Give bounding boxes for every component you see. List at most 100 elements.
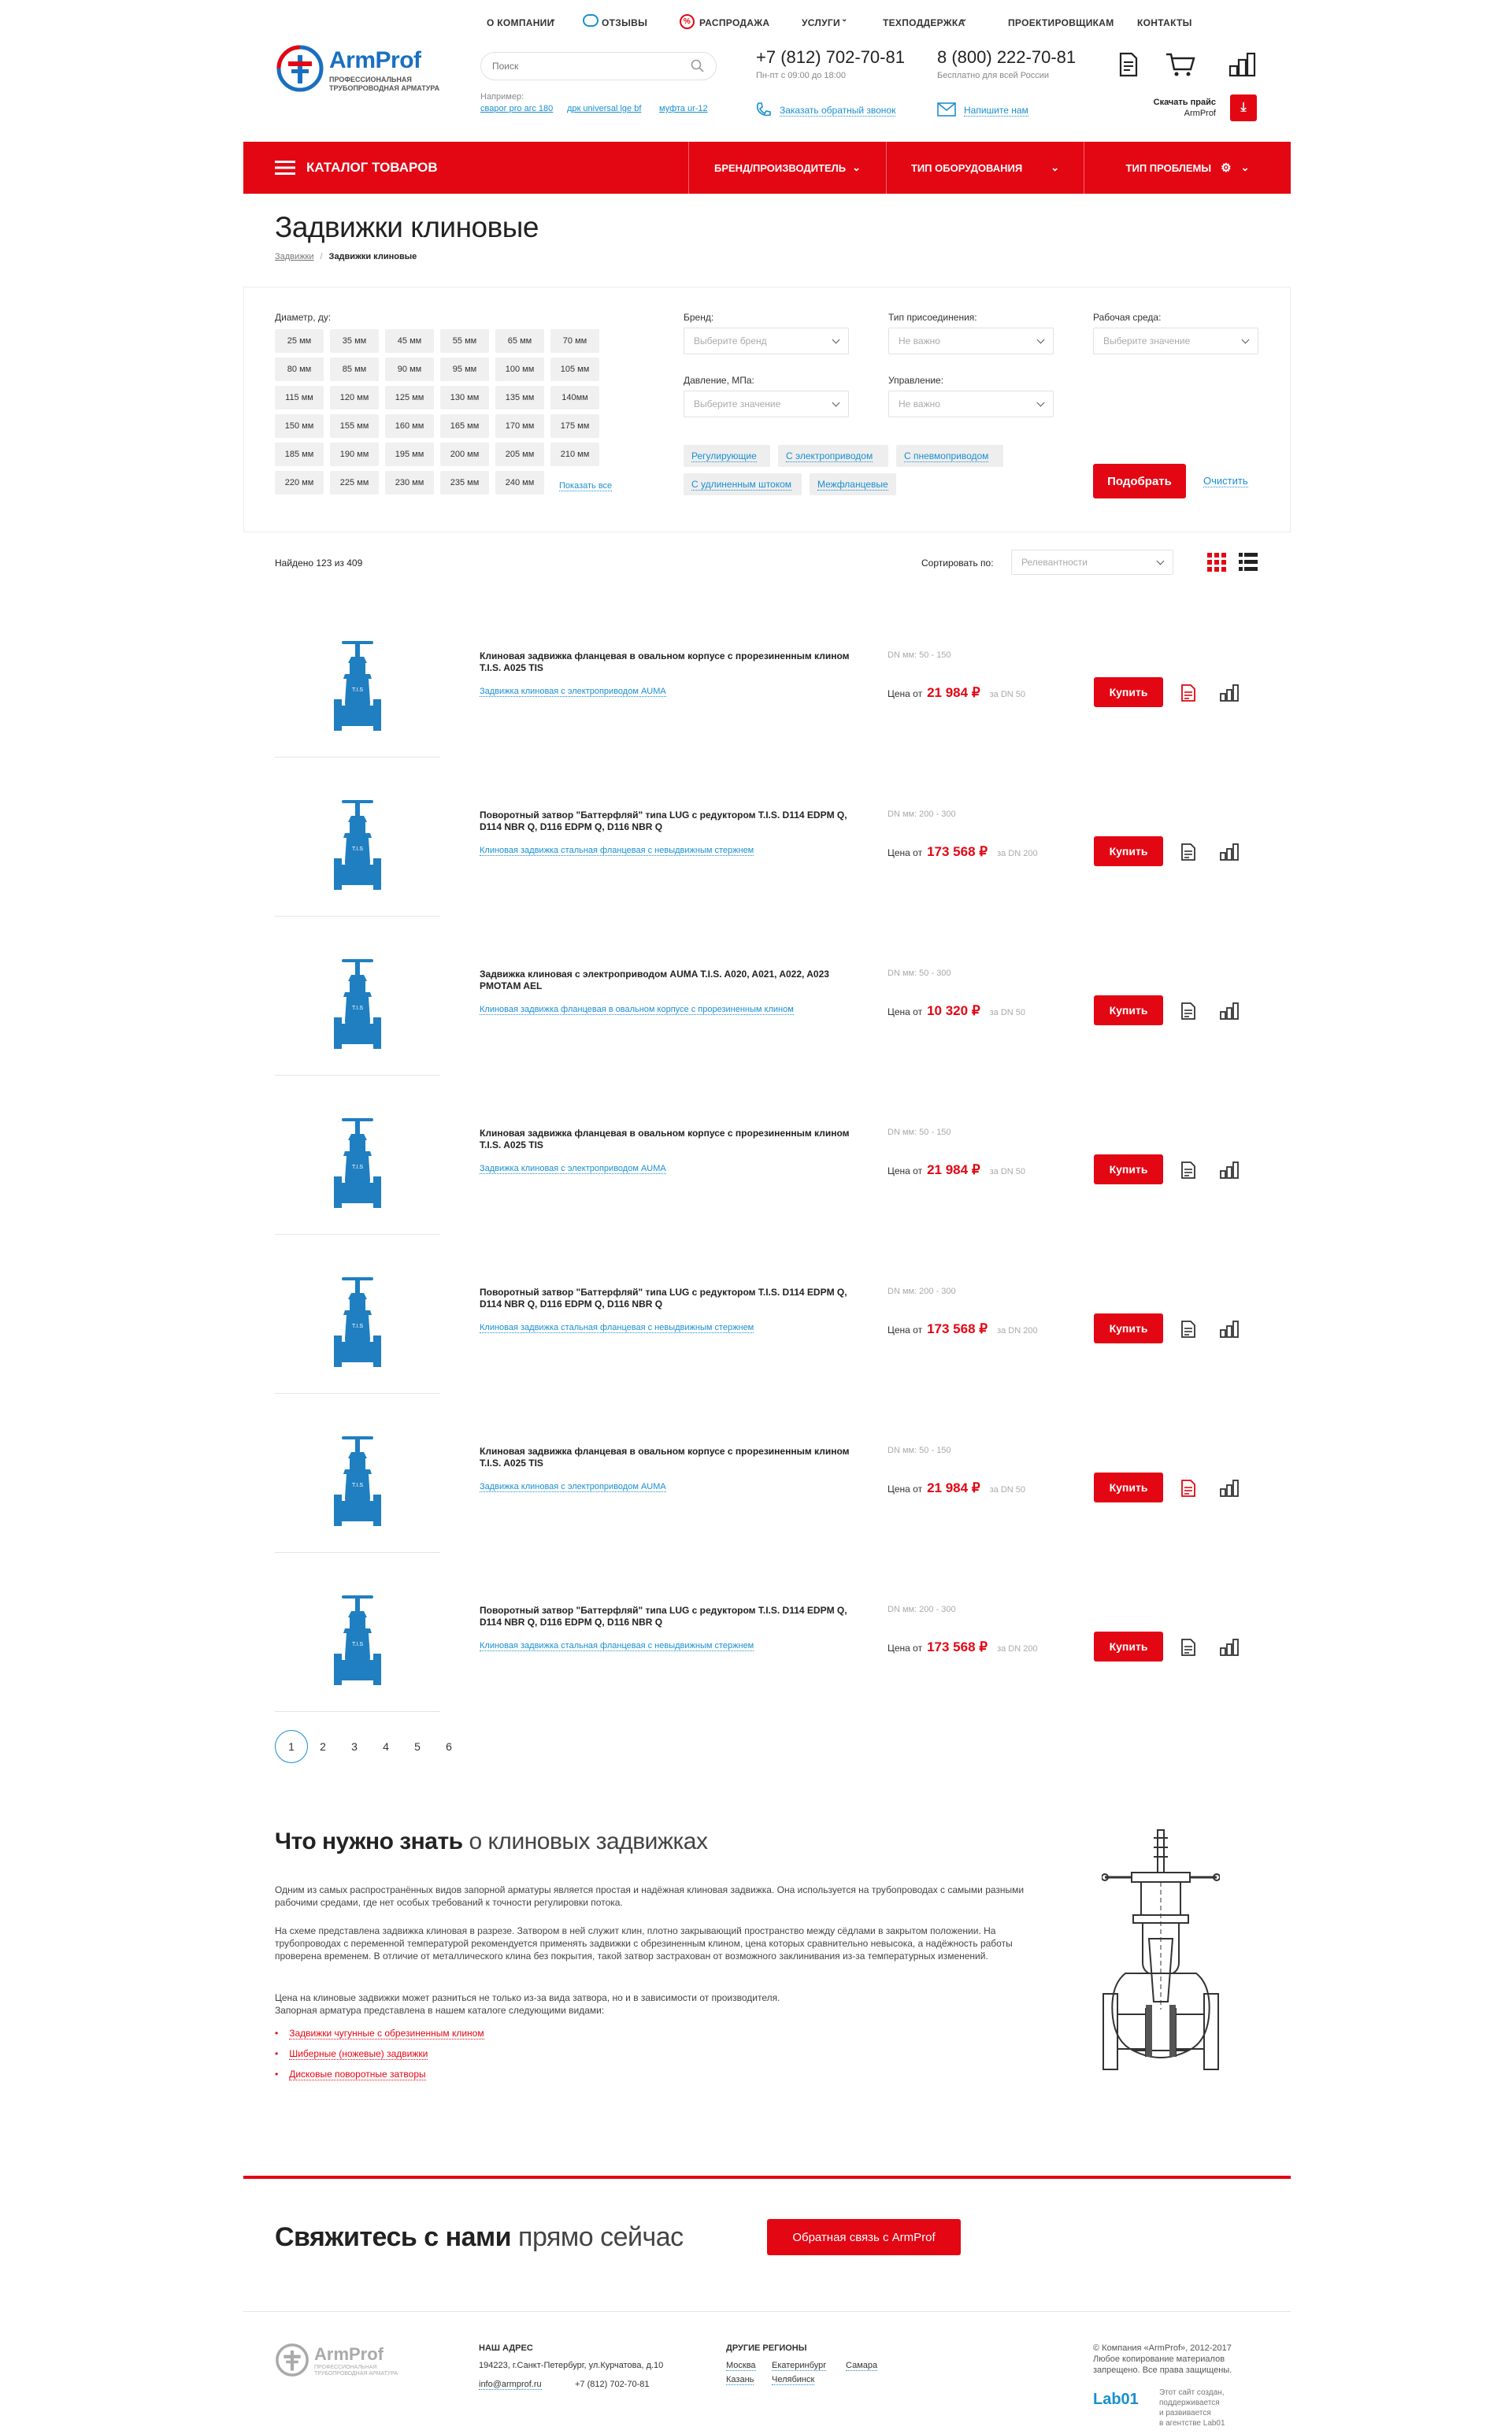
- product-name[interactable]: Поворотный затвор "Баттерфляй" типа LUG …: [480, 809, 858, 833]
- page-link[interactable]: 4: [369, 1730, 402, 1763]
- diameter-option[interactable]: 225 мм: [330, 471, 379, 495]
- region-kazan[interactable]: Казань: [726, 2375, 754, 2385]
- list-view-icon[interactable]: [1239, 553, 1258, 572]
- product-category-link[interactable]: Клиновая задвижка стальная фланцевая с н…: [480, 1323, 754, 1333]
- diameter-option[interactable]: 95 мм: [440, 358, 489, 381]
- brand-select[interactable]: Выберите бренд: [684, 328, 849, 354]
- product-image[interactable]: T.I.S: [275, 616, 440, 758]
- diameter-option[interactable]: 100 мм: [495, 358, 544, 381]
- product-category-link[interactable]: Задвижка клиновая с электроприводом AUMA: [480, 1482, 666, 1492]
- lab01-logo[interactable]: Lab01: [1093, 2391, 1139, 2409]
- diameter-option[interactable]: 195 мм: [385, 443, 434, 466]
- diameter-option[interactable]: 45 мм: [385, 329, 434, 353]
- write-us-link[interactable]: Напишите нам: [964, 105, 1028, 117]
- filter-clear-link[interactable]: Очистить: [1203, 475, 1248, 487]
- tag-regulating[interactable]: Регулирующие: [684, 445, 770, 467]
- info-link-1[interactable]: • Задвижки чугунные с обрезиненным клином: [275, 2028, 484, 2039]
- search-example-2[interactable]: дрк universal lge bf: [567, 104, 641, 113]
- region-ekaterinburg[interactable]: Екатеринбург: [772, 2361, 827, 2371]
- diameter-option[interactable]: 160 мм: [385, 414, 434, 438]
- document-icon[interactable]: [1180, 684, 1196, 702]
- product-category-link[interactable]: Задвижка клиновая с электроприводом AUMA: [480, 687, 666, 697]
- document-icon[interactable]: [1180, 1002, 1196, 1020]
- page-link[interactable]: 2: [306, 1730, 339, 1763]
- diameter-option[interactable]: 230 мм: [385, 471, 434, 495]
- logo[interactable]: ArmProf ПРОФЕССИОНАЛЬНАЯ ТРУБОПРОВОДНАЯ …: [276, 44, 449, 99]
- problem-menu[interactable]: ТИП ПРОБЛЕМЫ ⚙ ⌄: [1084, 142, 1291, 194]
- diameter-option[interactable]: 190 мм: [330, 443, 379, 466]
- diameter-option[interactable]: 85 мм: [330, 358, 379, 381]
- diameter-option[interactable]: 170 мм: [495, 414, 544, 438]
- pressure-select[interactable]: Выберите значение: [684, 391, 849, 417]
- product-name[interactable]: Задвижка клиновая с электроприводом AUMA…: [480, 969, 858, 992]
- tag-extended-stem[interactable]: С удлиненным штоком: [684, 473, 802, 495]
- search-example-3[interactable]: муфта ur-12: [659, 104, 708, 113]
- buy-button[interactable]: Купить: [1094, 836, 1163, 866]
- brand-menu[interactable]: БРЕНД/ПРОИЗВОДИТЕЛЬ ⌄: [689, 142, 886, 194]
- document-icon[interactable]: [1180, 843, 1196, 861]
- page-current[interactable]: 1: [275, 1730, 308, 1763]
- phone-1[interactable]: +7 (812) 702-70-81: [756, 47, 905, 68]
- feedback-button[interactable]: Обратная связь с ArmProf: [767, 2219, 961, 2255]
- compare-icon[interactable]: [1220, 684, 1239, 702]
- diameter-option[interactable]: 185 мм: [275, 443, 324, 466]
- control-select[interactable]: Не важно: [888, 391, 1054, 417]
- sort-select[interactable]: Релевантности: [1011, 550, 1173, 575]
- compare-icon[interactable]: [1220, 1002, 1239, 1020]
- product-name[interactable]: Поворотный затвор "Баттерфляй" типа LUG …: [480, 1605, 858, 1628]
- buy-button[interactable]: Купить: [1094, 1313, 1163, 1343]
- region-moscow[interactable]: Москва: [726, 2361, 756, 2371]
- product-image[interactable]: T.I.S: [275, 1252, 440, 1394]
- callback-link[interactable]: Заказать обратный звонок: [780, 105, 896, 117]
- product-name[interactable]: Клиновая задвижка фланцевая в овальном к…: [480, 1128, 858, 1151]
- footer-logo[interactable]: ArmProf ПРОФЕССИОНАЛЬНАЯ ТРУБОПРОВОДНАЯ …: [275, 2343, 401, 2377]
- diameter-option[interactable]: 70 мм: [550, 329, 599, 353]
- diameter-option[interactable]: 220 мм: [275, 471, 324, 495]
- diameter-option[interactable]: 65 мм: [495, 329, 544, 353]
- tag-wafer[interactable]: Межфланцевые: [810, 473, 896, 495]
- diameter-option[interactable]: 55 мм: [440, 329, 489, 353]
- product-image[interactable]: T.I.S: [275, 1093, 440, 1235]
- tag-pneumatic[interactable]: С пневмоприводом: [896, 445, 1003, 467]
- compare-icon[interactable]: [1220, 843, 1239, 861]
- search-box[interactable]: [480, 52, 717, 80]
- search-input[interactable]: [492, 59, 673, 73]
- product-image[interactable]: T.I.S: [275, 934, 440, 1076]
- medium-select[interactable]: Выберите значение: [1093, 328, 1258, 354]
- diameter-option[interactable]: 140мм: [550, 386, 599, 409]
- pricelist-label-1[interactable]: Скачать прайс: [1143, 98, 1216, 107]
- page-link[interactable]: 5: [401, 1730, 434, 1763]
- topnav-sale[interactable]: РАСПРОДАЖА: [699, 17, 769, 28]
- region-chelyabinsk[interactable]: Челябинск: [772, 2375, 815, 2385]
- region-samara[interactable]: Самара: [846, 2361, 878, 2371]
- footer-email[interactable]: info@armprof.ru: [479, 2380, 542, 2390]
- topnav-support[interactable]: ТЕХПОДДЕРЖКА: [883, 17, 965, 28]
- diameter-option[interactable]: 25 мм: [275, 329, 324, 353]
- document-icon[interactable]: [1180, 1480, 1196, 1497]
- product-category-link[interactable]: Задвижка клиновая с электроприводом AUMA: [480, 1164, 666, 1174]
- document-icon[interactable]: [1180, 1321, 1196, 1338]
- product-image[interactable]: T.I.S: [275, 1570, 440, 1712]
- diameter-option[interactable]: 35 мм: [330, 329, 379, 353]
- diameter-option[interactable]: 105 мм: [550, 358, 599, 381]
- footer-phone[interactable]: +7 (812) 702-70-81: [575, 2380, 649, 2389]
- diameter-option[interactable]: 210 мм: [550, 443, 599, 466]
- diameter-option[interactable]: 130 мм: [440, 386, 489, 409]
- compare-icon[interactable]: [1220, 1639, 1239, 1656]
- topnav-designers[interactable]: ПРОЕКТИРОВЩИКАМ: [1008, 17, 1114, 28]
- document-icon[interactable]: [1180, 1639, 1196, 1656]
- info-link-2[interactable]: • Шиберные (ножевые) задвижки: [275, 2048, 428, 2060]
- phone-2[interactable]: 8 (800) 222-70-81: [937, 47, 1076, 68]
- document-icon[interactable]: [1180, 1161, 1196, 1179]
- diameter-option[interactable]: 150 мм: [275, 414, 324, 438]
- buy-button[interactable]: Купить: [1094, 677, 1163, 707]
- download-pricelist-button[interactable]: ⤓: [1230, 94, 1257, 121]
- product-category-link[interactable]: Клиновая задвижка стальная фланцевая с н…: [480, 1641, 754, 1651]
- diameter-option[interactable]: 120 мм: [330, 386, 379, 409]
- topnav-contacts[interactable]: КОНТАКТЫ: [1137, 17, 1192, 28]
- product-image[interactable]: T.I.S: [275, 775, 440, 917]
- diameter-option[interactable]: 240 мм: [495, 471, 544, 495]
- diameter-option[interactable]: 155 мм: [330, 414, 379, 438]
- buy-button[interactable]: Купить: [1094, 1473, 1163, 1502]
- buy-button[interactable]: Купить: [1094, 1632, 1163, 1662]
